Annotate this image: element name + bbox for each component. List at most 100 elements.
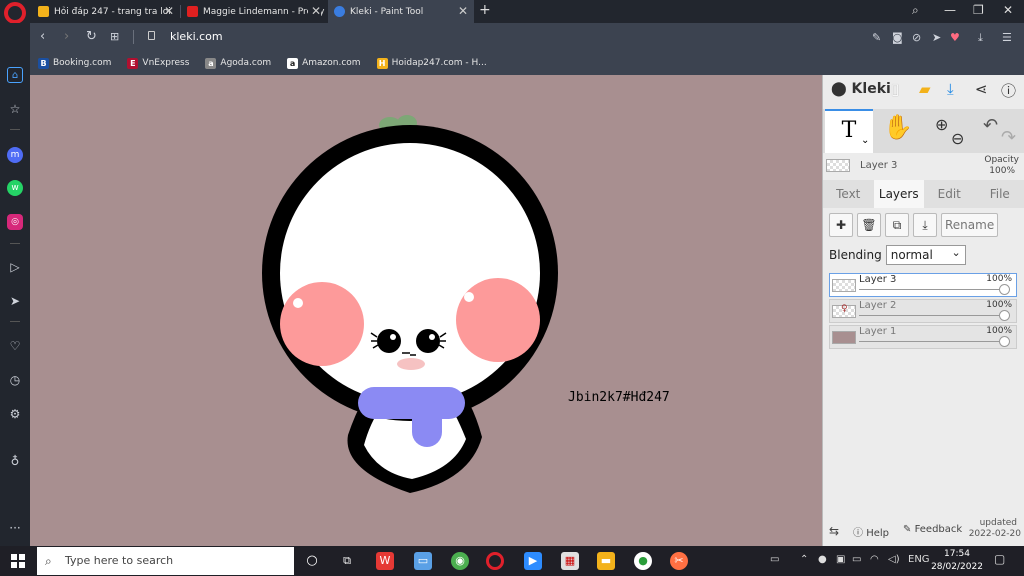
blending-select[interactable]: normal [885, 244, 966, 265]
bookmark-hoidap247[interactable]: H Hoidap247.com - H... [376, 57, 487, 69]
slider-handle[interactable] [999, 310, 1010, 321]
layer-row-2[interactable]: ♀ Layer 2 100% [829, 299, 1017, 323]
reload-icon[interactable]: ↻ [86, 29, 97, 44]
chrome-icon[interactable]: ◉ [451, 552, 469, 570]
player-icon[interactable]: ▷ [7, 259, 23, 275]
drawing-canvas[interactable]: Jbin2k7#Hđ247 [30, 75, 822, 546]
messenger-icon[interactable]: m [7, 147, 23, 163]
tab-file[interactable]: File [975, 180, 1024, 208]
right-cheek [456, 278, 540, 362]
taskbar-clock[interactable]: 17:54 28/02/2022 [929, 548, 985, 574]
scissors-icon[interactable]: ✂ [670, 552, 688, 570]
bookmark-vnexpress[interactable]: E VnExpress [127, 57, 189, 69]
history-icon[interactable]: ◷ [7, 372, 23, 388]
back-icon[interactable]: ‹ [40, 29, 45, 44]
bookmark-agoda[interactable]: a Agoda.com [205, 57, 271, 69]
whatsapp-icon[interactable]: w [7, 180, 23, 196]
help-icon[interactable]: ⓘ [1001, 80, 1016, 101]
taskbar-search-input[interactable]: ⌕ Type here to search [37, 547, 294, 575]
tab-kleki[interactable]: Kleki - Paint Tool ✕ [328, 0, 474, 23]
add-layer-button[interactable]: ✚ [829, 213, 853, 237]
send-icon[interactable]: ➤ [7, 293, 23, 309]
wps-icon[interactable]: W [376, 552, 394, 570]
close-tab-icon[interactable]: ✕ [458, 4, 468, 18]
windows-start-icon[interactable] [11, 554, 25, 568]
download-icon[interactable]: ⤓ [978, 31, 983, 45]
clock-time: 17:54 [944, 549, 970, 559]
open-folder-icon[interactable]: ▰ [919, 80, 931, 98]
store-icon[interactable]: ▦ [561, 552, 579, 570]
language-indicator[interactable]: ENG [908, 554, 930, 565]
swap-icon[interactable]: ⇆ [829, 524, 839, 538]
more-icon[interactable]: ··· [7, 520, 23, 536]
layer-row-1[interactable]: Layer 1 100% [829, 325, 1017, 349]
cortana-icon[interactable]: ○ [303, 552, 321, 570]
volume-icon[interactable]: ◁) [888, 554, 900, 565]
tab-edit[interactable]: Edit [924, 180, 975, 208]
zoom-icon[interactable]: ▶ [524, 552, 542, 570]
text-tool-button[interactable]: T ⌄ [825, 109, 873, 153]
home-icon[interactable]: ⌂ [7, 67, 23, 83]
instagram-icon[interactable]: ◎ [7, 214, 23, 230]
new-tab-button[interactable]: + [479, 2, 491, 18]
lightbulb-icon[interactable]: ♁ [7, 453, 23, 469]
computer-icon[interactable]: ▭ [414, 552, 432, 570]
forward-icon[interactable]: › [64, 29, 69, 44]
snapshot-icon[interactable]: ◙ [892, 31, 903, 44]
microphone-icon[interactable]: ● [818, 554, 827, 565]
minimize-icon[interactable]: — [944, 3, 956, 17]
battery-icon[interactable]: ▭ [852, 554, 861, 565]
url-field[interactable]: kleki.com [170, 30, 223, 43]
app-icon[interactable]: ● [634, 552, 652, 570]
share-icon[interactable]: ⋖ [975, 80, 988, 98]
opera-logo-icon[interactable] [4, 2, 26, 24]
layer-row-3[interactable]: Layer 3 100% [829, 273, 1017, 297]
close-window-icon[interactable]: ✕ [1003, 3, 1013, 17]
slider-handle[interactable] [999, 284, 1010, 295]
help-link[interactable]: ⓘ Help [853, 524, 889, 539]
notifications-icon[interactable]: ▢ [994, 552, 1005, 566]
redo-icon[interactable]: ↷ [1001, 127, 1016, 148]
search-tabs-icon[interactable]: ⌕ [912, 3, 919, 18]
tabs-grid-icon[interactable]: ⊞ [110, 30, 119, 43]
delete-layer-button[interactable]: 🗑 [857, 213, 881, 237]
restore-icon[interactable]: ❐ [973, 3, 984, 17]
zoom-out-icon[interactable]: ⊖ [951, 129, 964, 148]
duplicate-layer-button[interactable]: ⧉ [885, 213, 909, 237]
network-icon[interactable]: ▣ [836, 554, 845, 565]
tab-text[interactable]: Text [823, 180, 874, 208]
task-view-icon[interactable]: ⧉ [338, 552, 356, 570]
wifi-icon[interactable]: ◠ [870, 554, 879, 565]
close-tab-icon[interactable]: ✕ [307, 4, 321, 18]
shield-icon[interactable]: ⊘ [912, 31, 921, 44]
tab-youtube[interactable]: Maggie Lindemann - Pretty ✕ [181, 0, 327, 23]
star-icon[interactable]: ☆ [7, 101, 23, 117]
merge-layer-button[interactable]: ⤓ [913, 213, 937, 237]
new-image-icon[interactable]: ▯ [891, 80, 899, 98]
rename-layer-button[interactable]: Rename [941, 213, 999, 237]
hand-tool-icon[interactable]: ✋ [883, 113, 913, 141]
zoom-in-icon[interactable]: ⊕ [935, 115, 948, 134]
file-explorer-icon[interactable]: ▬ [597, 552, 615, 570]
layer-opacity-slider[interactable] [859, 310, 1010, 321]
save-download-icon[interactable]: ⤓ [947, 80, 954, 98]
opera-taskbar-icon[interactable] [486, 552, 504, 570]
slider-handle[interactable] [999, 336, 1010, 347]
edit-icon[interactable]: ✎ [872, 31, 881, 44]
settings-icon[interactable]: ⚙ [7, 406, 23, 422]
send-icon[interactable]: ➤ [932, 31, 941, 44]
bookmark-booking[interactable]: B Booking.com [38, 57, 111, 69]
undo-icon[interactable]: ↶ [983, 115, 998, 136]
layer-opacity-slider[interactable] [859, 336, 1010, 347]
tab-layers[interactable]: Layers [873, 180, 924, 208]
heart-icon[interactable]: ♡ [7, 338, 23, 354]
bookmark-amazon[interactable]: a Amazon.com [287, 57, 361, 69]
tab-hoidap[interactable]: Hỏi đáp 247 - trang tra loi ✕ [32, 0, 180, 23]
layer-opacity-slider[interactable] [859, 284, 1010, 295]
heart-icon[interactable]: ♥ [950, 31, 960, 44]
feedback-link[interactable]: ✎ Feedback [903, 524, 962, 535]
show-hidden-icons[interactable]: ⌃ [800, 554, 808, 565]
keyboard-icon[interactable]: ▭ [770, 554, 779, 565]
menu-icon[interactable]: ☰ [1002, 31, 1012, 44]
close-tab-icon[interactable]: ✕ [164, 4, 174, 18]
